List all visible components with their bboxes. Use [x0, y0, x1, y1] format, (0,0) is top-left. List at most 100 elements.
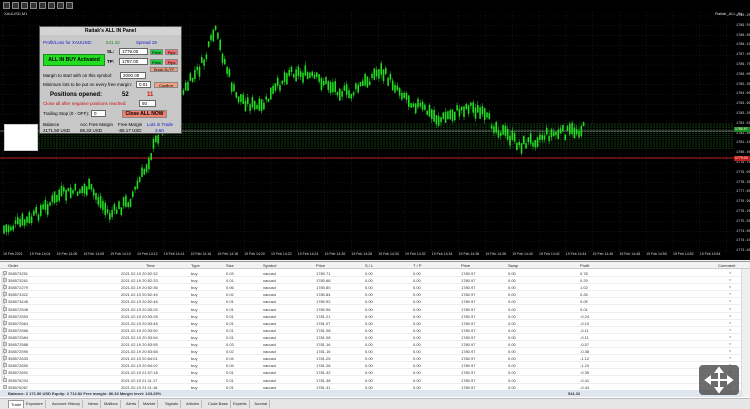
- tab-mailbox[interactable]: Mailbox: [102, 400, 121, 408]
- candle: [500, 132, 502, 136]
- tab-market[interactable]: Market: [141, 400, 159, 408]
- tp-input[interactable]: 1787.00: [119, 58, 148, 65]
- candle: [470, 102, 472, 106]
- col-close-price[interactable]: Price: [461, 263, 470, 268]
- col-symbol[interactable]: Symbol: [263, 263, 276, 268]
- table-row[interactable]: 358573251 2021.02.19 20:52:32 buy 0.03 xauus…: [0, 270, 741, 277]
- break-sltp-button[interactable]: Break SL/TP: [150, 67, 178, 72]
- table-row[interactable]: 358572588 2021.02.19 20:53:55 buy 0.03 xauus…: [0, 341, 741, 348]
- close-order-icon[interactable]: ×: [729, 306, 731, 311]
- table-row[interactable]: 358572553 2021.02.19 20:53:28 buy 0.01 xauus…: [0, 313, 741, 320]
- cell: 358573322: [8, 292, 29, 298]
- sl-price-button[interactable]: Price: [150, 49, 163, 55]
- table-row[interactable]: 358572548 2021.02.19 20:53:25 buy 0.01 xauus…: [0, 306, 741, 313]
- col-sl[interactable]: S / L: [365, 263, 373, 268]
- col-type[interactable]: Type: [191, 263, 200, 268]
- col-swap[interactable]: Swap: [508, 263, 518, 268]
- table-scrollbar[interactable]: [741, 269, 750, 397]
- buy-activated-status[interactable]: ALL IN BUY Activated: [43, 54, 105, 66]
- cell: xauusd: [263, 370, 276, 376]
- cell: 0.00: [508, 299, 516, 305]
- candle: [28, 212, 31, 224]
- table-row[interactable]: 358572633 2021.02.19 20:54:01 buy 0.04 xauus…: [0, 355, 741, 363]
- cell: 1780.97: [461, 363, 476, 369]
- candle: [148, 157, 150, 170]
- table-row[interactable]: 358573322 2021.02.19 20:52:45 buy 0.02 xauus…: [0, 291, 741, 299]
- cell: 1781.25: [316, 356, 331, 362]
- candle: [35, 206, 37, 214]
- price-tick-label: 1781.10: [736, 141, 750, 146]
- close-order-icon[interactable]: ×: [729, 355, 731, 360]
- cell: 0.00: [508, 363, 516, 369]
- price-tick-label: 1782.50: [736, 121, 750, 126]
- col-profit[interactable]: Profit: [580, 263, 589, 268]
- candle: [481, 106, 484, 115]
- table-row[interactable]: 358572279 2021.02.19 20:52:36 buy 0.06 xauus…: [0, 284, 741, 292]
- close-order-icon[interactable]: ×: [729, 291, 731, 296]
- close-order-icon[interactable]: ×: [729, 341, 731, 346]
- tab-alerts[interactable]: Alerts: [124, 400, 140, 408]
- table-row[interactable]: 358573261 2021.02.19 20:52:33 buy 0.01 xauus…: [0, 277, 741, 285]
- cell: 2021.02.19 21:11:18: [121, 384, 158, 390]
- close-order-icon[interactable]: ×: [729, 284, 731, 289]
- close-order-icon[interactable]: ×: [729, 270, 731, 275]
- candle: [244, 100, 247, 112]
- close-order-icon[interactable]: ×: [729, 348, 731, 353]
- tp-price-button[interactable]: Price: [150, 59, 163, 65]
- trailing-input[interactable]: 0: [91, 110, 106, 117]
- close-order-icon[interactable]: ×: [729, 320, 731, 325]
- table-row[interactable]: 358576234 2021.02.19 21:11:17 buy 0.01 xauus…: [0, 377, 741, 384]
- close-order-icon[interactable]: ×: [729, 298, 731, 303]
- col-comment[interactable]: Comment: [718, 263, 735, 268]
- tab-signals[interactable]: Signals: [163, 400, 182, 408]
- sl-pips-button[interactable]: Pips: [165, 49, 178, 55]
- cell: 1780.97: [461, 285, 476, 291]
- table-row[interactable]: 358573445 2021.02.19 20:52:46 buy 0.01 xauus…: [0, 298, 741, 306]
- close-order-icon[interactable]: ×: [729, 327, 731, 332]
- cell: 2021.02.19 20:53:55: [121, 342, 158, 347]
- price-chart[interactable]: XAUUSD,M1 Raitak_ALL_IN 1790.20 1789.50 17…: [0, 0, 750, 260]
- tab-exposure[interactable]: Exposure: [24, 400, 46, 408]
- confirm-button[interactable]: Confirm: [154, 82, 178, 88]
- tab-news[interactable]: News: [86, 400, 102, 408]
- cell: 0.00: [508, 384, 516, 390]
- candle: [336, 92, 339, 96]
- row-icon: [3, 306, 7, 311]
- price-tick-label: 1777.60: [736, 190, 750, 195]
- minlots-input[interactable]: 0.01: [136, 81, 151, 88]
- tab-trade[interactable]: Trade: [8, 400, 25, 408]
- margin-input[interactable]: 2000.00: [120, 72, 146, 79]
- panel-title: Raitak's ALL IN Panel: [40, 27, 181, 35]
- table-row[interactable]: 358572692 2021.02.19 21:07:18 buy 0.01 xauus…: [0, 369, 741, 377]
- table-row[interactable]: 358572564 2021.02.19 20:53:48 buy 0.01 xauus…: [0, 320, 741, 327]
- table-row[interactable]: 358572584 2021.02.19 20:53:54 buy 0.01 xauus…: [0, 334, 741, 341]
- col-size[interactable]: Size: [226, 263, 234, 268]
- table-row[interactable]: 358572566 2021.02.19 20:53:50 buy 0.01 xauus…: [0, 327, 741, 334]
- table-row[interactable]: 358572590 2021.02.19 20:53:58 buy 0.02 xauus…: [0, 348, 741, 356]
- close-order-icon[interactable]: ×: [729, 277, 731, 282]
- tab-account-history[interactable]: Account History: [50, 400, 84, 408]
- sl-input[interactable]: 1779.00: [119, 48, 148, 55]
- candle: [313, 74, 316, 79]
- close-order-icon[interactable]: ×: [729, 313, 731, 318]
- cell: 0.00: [413, 327, 421, 333]
- close-negative-input[interactable]: 50: [139, 100, 156, 107]
- tp-pips-button[interactable]: Pips: [165, 59, 178, 65]
- tab-articles[interactable]: Articles: [184, 400, 203, 408]
- close-all-button[interactable]: Close ALL NOW: [122, 110, 167, 118]
- tab-code-base[interactable]: Code Base: [206, 400, 231, 408]
- tab-experts[interactable]: Experts: [231, 400, 250, 408]
- candle: [527, 137, 530, 143]
- cell: 0.00: [365, 363, 373, 369]
- col-order[interactable]: Order: [8, 263, 18, 268]
- candle: [299, 71, 302, 78]
- table-row[interactable]: 358572650 2021.02.19 20:54:02 buy 0.04 xauus…: [0, 362, 741, 370]
- cell: 0.26: [580, 292, 588, 298]
- tab-journal[interactable]: Journal: [252, 400, 271, 408]
- col-tp[interactable]: T / P: [413, 263, 421, 268]
- candle: [359, 82, 362, 87]
- col-price[interactable]: Price: [316, 263, 325, 268]
- close-order-icon[interactable]: ×: [729, 334, 731, 339]
- candle: [311, 71, 313, 77]
- col-time[interactable]: Time: [146, 263, 155, 268]
